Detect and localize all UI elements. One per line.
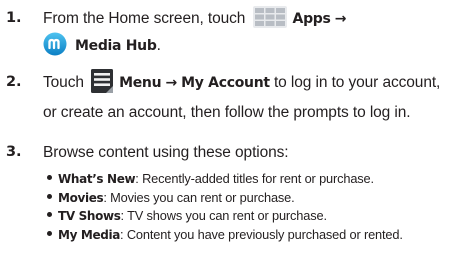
option-term: Movies xyxy=(58,190,104,205)
step-2-line-1: Touch Menu → My Account to log in to you… xyxy=(43,68,441,96)
step-1-line-1: From the Home screen, touch Apps → xyxy=(43,5,347,32)
option-desc: : Content you have previously purchased … xyxy=(120,226,403,242)
option-term: TV Shows xyxy=(58,209,121,223)
apps-grid-icon xyxy=(252,5,287,28)
option-desc: : Recently-added titles for rent or purc… xyxy=(135,171,374,186)
option-term: What’s New xyxy=(58,172,136,186)
option-desc: : TV shows you can rent or purchase. xyxy=(120,208,327,223)
option-term: My Media xyxy=(58,227,121,242)
bullet-icon xyxy=(47,193,52,199)
step-number: 3. xyxy=(6,144,22,160)
apps-label: Apps xyxy=(292,11,331,27)
step-number: 1. xyxy=(6,10,22,26)
step-3-text: Browse content using these options: xyxy=(43,144,289,161)
menu-label: Menu xyxy=(119,75,162,91)
options-list: What’s New: Recently-added titles for re… xyxy=(47,170,467,244)
menu-icon xyxy=(91,68,114,93)
media-hub-icon xyxy=(43,32,67,56)
list-item: TV Shows: TV shows you can rent or purch… xyxy=(47,207,467,226)
media-hub-label: Media Hub xyxy=(75,38,157,54)
step-2-text-cont: to log in to your account, xyxy=(273,74,441,91)
step-number: 2. xyxy=(6,74,22,90)
bullet-icon xyxy=(47,212,52,217)
bullet-icon xyxy=(47,175,52,180)
step-2-text: Touch xyxy=(43,74,84,91)
arrow: → xyxy=(334,11,347,27)
bullet-icon xyxy=(47,230,52,236)
list-item: Movies: Movies you can rent or purchase. xyxy=(47,189,467,208)
period: . xyxy=(156,37,161,54)
list-item: My Media: Content you have previously pu… xyxy=(47,226,467,245)
my-account-label: My Account xyxy=(181,75,270,91)
step-1-text: From the Home screen, touch xyxy=(43,10,246,27)
option-desc: : Movies you can rent or purchase. xyxy=(103,189,295,205)
step-1-line-2: Media Hub. xyxy=(43,32,161,59)
arrow: → xyxy=(165,75,177,91)
list-item: What’s New: Recently-added titles for re… xyxy=(47,170,467,189)
step-2-line-2: or create an account, then follow the pr… xyxy=(43,104,411,121)
